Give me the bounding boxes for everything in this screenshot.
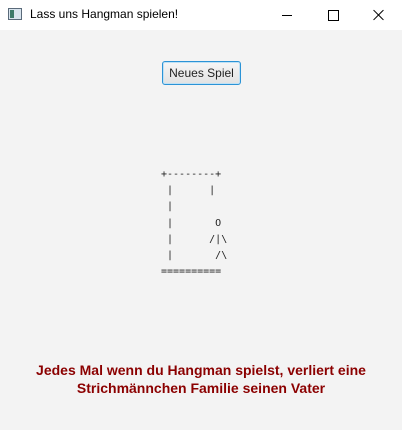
maximize-icon (327, 9, 339, 21)
minimize-icon (282, 14, 292, 16)
status-message: Jedes Mal wenn du Hangman spielst, verli… (0, 361, 402, 397)
minimize-button[interactable] (264, 0, 310, 30)
app-window-icon (8, 8, 22, 20)
close-icon (373, 9, 385, 21)
hangman-drawing: +--------+ | | | | O | /|\ | /\ ========… (161, 169, 228, 278)
status-message-line-2: Strichmännchen Familie seinen Vater (76, 380, 326, 396)
status-message-line-1: Jedes Mal wenn du Hangman spielst, verli… (36, 362, 366, 378)
new-game-button[interactable]: Neues Spiel (162, 61, 241, 85)
close-button[interactable] (356, 0, 402, 30)
title-bar: Lass uns Hangman spielen! (0, 0, 402, 30)
maximize-button[interactable] (310, 0, 356, 30)
window-title: Lass uns Hangman spielen! (30, 7, 179, 21)
